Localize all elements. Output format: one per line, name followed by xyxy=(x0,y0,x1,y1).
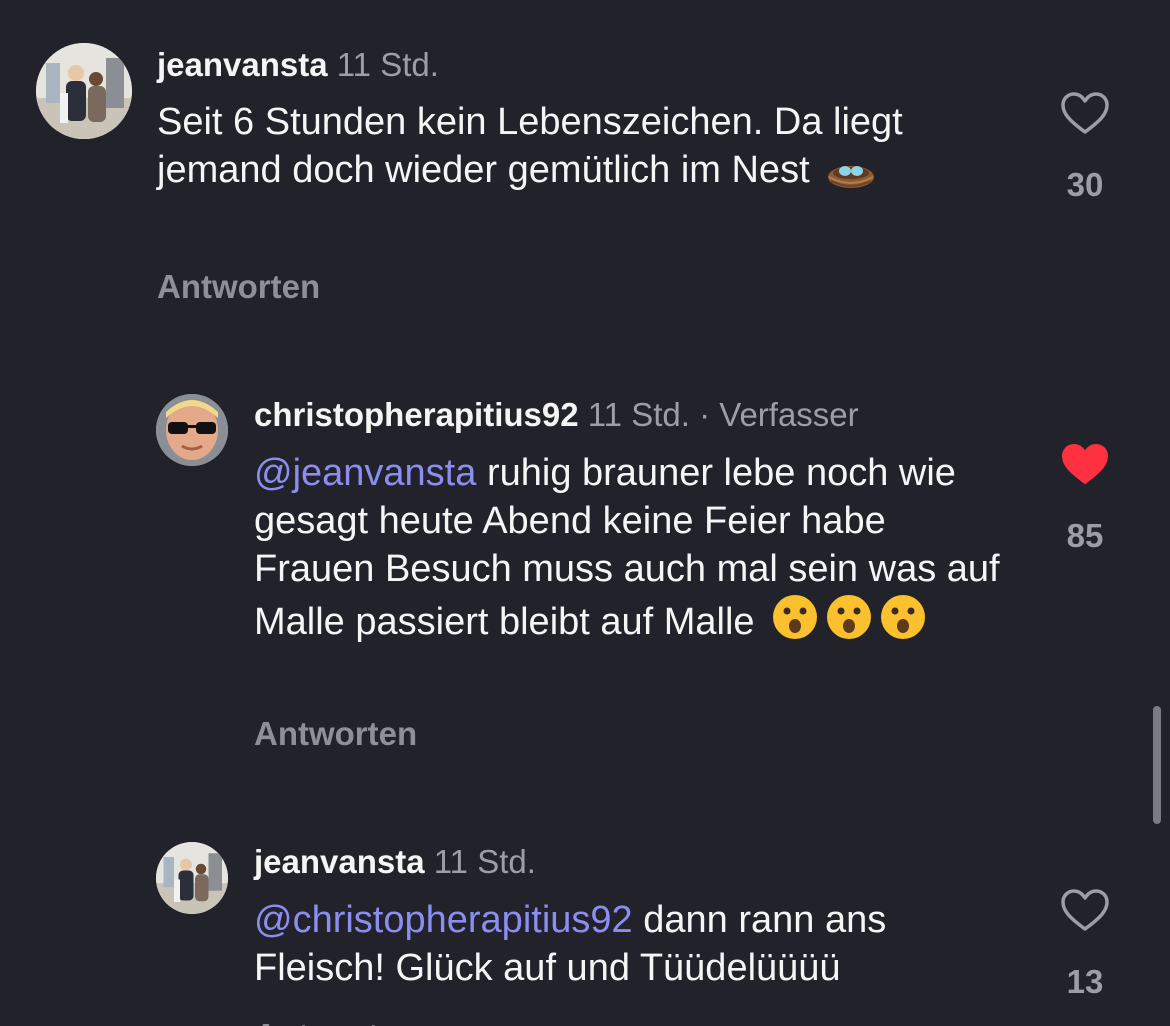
like-control: 85 xyxy=(1040,442,1130,556)
mention-link[interactable]: @christopherapitius92 xyxy=(254,899,633,941)
like-count: 13 xyxy=(1066,963,1104,1000)
like-control: 30 xyxy=(1040,91,1130,205)
comments-thread: jeanvansta 11 Std. Seit 6 Stunden kein L… xyxy=(0,0,1170,1026)
username[interactable]: christopherapitius92 xyxy=(254,396,579,433)
timestamp: 11 Std. xyxy=(433,843,536,880)
reply-button[interactable]: Antworten xyxy=(157,267,320,307)
heart-outline-icon[interactable] xyxy=(1060,888,1110,932)
meta-separator: · xyxy=(699,396,711,433)
reply-button[interactable]: Antworten xyxy=(254,1016,417,1026)
avatar-photo-icon xyxy=(36,43,132,139)
mention-link[interactable]: @jeanvansta xyxy=(254,452,476,494)
avatar-photo-icon xyxy=(156,842,228,914)
avatar[interactable] xyxy=(36,43,132,139)
heart-filled-icon[interactable] xyxy=(1060,442,1110,486)
like-count: 30 xyxy=(1066,166,1104,203)
comment-header: jeanvansta 11 Std. xyxy=(157,45,439,85)
username[interactable]: jeanvansta xyxy=(157,46,328,83)
username[interactable]: jeanvansta xyxy=(254,843,425,880)
timestamp: 11 Std. xyxy=(587,396,690,433)
heart-outline-icon[interactable] xyxy=(1060,91,1110,135)
comment-text: @christopherapitius92 dann rann ans Flei… xyxy=(254,896,1014,992)
nest-eggs-emoji xyxy=(826,153,876,201)
reply-button[interactable]: Antworten xyxy=(254,714,417,754)
reply-comment-item: jeanvansta 11 Std. @christopherapitius92… xyxy=(0,780,1170,1026)
comment-text: Seit 6 Stunden kein Lebenszeichen. Da li… xyxy=(157,98,917,201)
comment-header: jeanvansta 11 Std. xyxy=(254,842,536,882)
avatar[interactable] xyxy=(156,842,228,914)
like-control: 13 xyxy=(1040,888,1130,1002)
avatar[interactable] xyxy=(156,394,228,466)
like-count: 85 xyxy=(1066,517,1104,554)
reply-comment-item: christopherapitius92 11 Std. · Verfasser… xyxy=(0,330,1170,780)
timestamp: 11 Std. xyxy=(336,46,439,83)
comment-body: Seit 6 Stunden kein Lebenszeichen. Da li… xyxy=(157,101,903,191)
comment-item: jeanvansta 11 Std. Seit 6 Stunden kein L… xyxy=(0,0,1170,330)
avatar-photo-icon xyxy=(156,394,228,466)
author-badge: Verfasser xyxy=(719,396,859,433)
astonished-face-emoji xyxy=(771,593,927,653)
comment-text: @jeanvansta ruhig brauner lebe noch wie … xyxy=(254,449,1014,653)
comment-header: christopherapitius92 11 Std. · Verfasser xyxy=(254,395,859,435)
scrollbar[interactable] xyxy=(1153,706,1161,824)
